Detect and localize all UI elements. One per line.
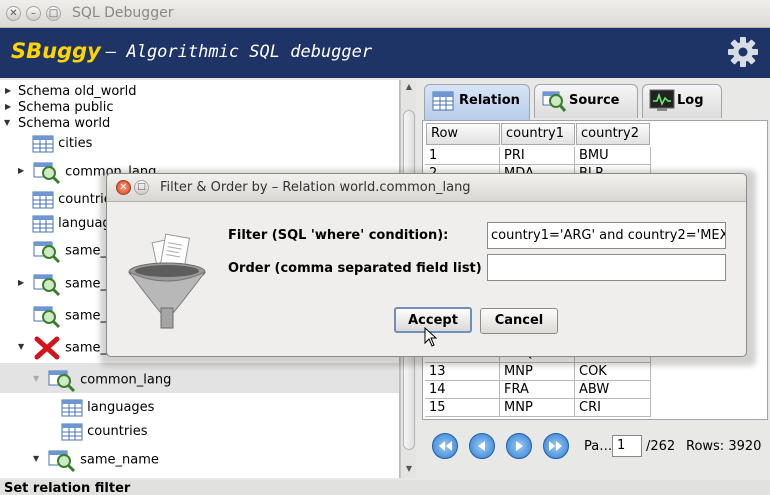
next-page-button[interactable] bbox=[506, 433, 532, 459]
close-window-button[interactable]: ✕ bbox=[6, 6, 21, 21]
dialog-title: Filter & Order by – Relation world.commo… bbox=[160, 180, 471, 195]
expand-triangle-icon[interactable]: ▶ bbox=[5, 102, 11, 111]
collapse-triangle-icon[interactable]: ▼ bbox=[33, 454, 39, 463]
tree-node-common-lang-selected[interactable]: common_lang bbox=[48, 368, 172, 392]
order-input[interactable] bbox=[487, 254, 726, 281]
table-cell: 15 bbox=[425, 399, 500, 417]
filter-label: Filter (SQL 'where' condition): bbox=[228, 228, 449, 243]
table-icon bbox=[61, 399, 83, 416]
expand-triangle-icon[interactable]: ▶ bbox=[5, 86, 11, 95]
tree-node-cities[interactable]: cities bbox=[32, 133, 92, 155]
tree-node-label: countries bbox=[87, 424, 148, 439]
table-row[interactable]: 1 PRI BMU bbox=[425, 147, 651, 165]
query-icon bbox=[33, 274, 61, 296]
query-icon bbox=[48, 450, 76, 472]
table-row[interactable]: 15 MNP CRI bbox=[425, 399, 651, 417]
left-arrow-icon bbox=[478, 441, 485, 451]
gear-icon[interactable] bbox=[727, 36, 759, 68]
tree-node-same-1[interactable]: same_ bbox=[33, 239, 107, 263]
expand-triangle-icon[interactable]: ▶ bbox=[18, 278, 24, 287]
double-right-arrow-icon bbox=[549, 441, 562, 451]
monitor-log-icon bbox=[649, 89, 675, 111]
tab-source[interactable]: Source bbox=[534, 84, 638, 118]
tab-label: Source bbox=[569, 93, 620, 108]
tab-relation[interactable]: Relation bbox=[424, 84, 530, 120]
minimize-window-button[interactable]: – bbox=[26, 6, 41, 21]
tree-node-label: common_lang bbox=[80, 372, 172, 388]
query-icon bbox=[542, 91, 567, 112]
table-cell: ABW bbox=[575, 381, 651, 399]
table-icon bbox=[61, 423, 83, 440]
tree-node-same-4-error[interactable]: same_ bbox=[33, 336, 107, 360]
last-page-button[interactable] bbox=[543, 433, 569, 459]
double-left-arrow-icon bbox=[439, 441, 452, 451]
table-icon bbox=[432, 91, 454, 111]
mouse-cursor-icon bbox=[424, 327, 438, 347]
error-x-icon bbox=[34, 336, 60, 360]
table-icon bbox=[32, 135, 54, 152]
query-icon bbox=[48, 370, 76, 392]
page-number-input[interactable]: 1 bbox=[612, 435, 642, 457]
table-icon bbox=[32, 215, 54, 232]
app-subtitle: – Algorithmic SQL debugger bbox=[106, 42, 373, 62]
tab-label: Relation bbox=[459, 93, 520, 108]
order-label: Order (comma separated field list) : bbox=[228, 261, 492, 276]
table-cell: FRA bbox=[500, 381, 575, 399]
dialog-titlebar: ✕ □ Filter & Order by – Relation world.c… bbox=[107, 174, 746, 202]
table-cell: BMU bbox=[575, 147, 651, 165]
tree-node-label: same_name bbox=[80, 452, 159, 468]
right-arrow-icon bbox=[516, 441, 523, 451]
scroll-up-arrow-icon[interactable]: ▲ bbox=[403, 82, 415, 94]
table-cell: 14 bbox=[425, 381, 500, 399]
tree-schema-world[interactable]: Schema world bbox=[18, 113, 110, 135]
tree-node-label: languages bbox=[87, 400, 155, 415]
table-icon bbox=[32, 191, 54, 208]
column-header-country2[interactable]: country2 bbox=[576, 123, 650, 145]
table-cell: MNP bbox=[500, 399, 575, 417]
app-header: SBuggy – Algorithmic SQL debugger bbox=[0, 28, 770, 78]
tree-node-same-name[interactable]: same_name bbox=[48, 448, 159, 472]
table-row[interactable]: 14 FRA ABW bbox=[425, 381, 651, 399]
dialog-maximize-button[interactable]: □ bbox=[134, 180, 149, 195]
collapse-triangle-icon[interactable]: ▼ bbox=[4, 118, 10, 127]
window-title: SQL Debugger bbox=[72, 5, 174, 21]
tree-node-same-2[interactable]: same_ bbox=[33, 272, 107, 296]
column-header-row[interactable]: Row bbox=[426, 123, 500, 145]
pagination-bar: Pa… 1 /262 Rows: 3920 bbox=[422, 427, 768, 467]
status-bar: Set relation filter bbox=[0, 480, 770, 495]
query-icon bbox=[33, 306, 61, 328]
window-titlebar: ✕ – □ SQL Debugger bbox=[0, 0, 770, 28]
column-header-country1[interactable]: country1 bbox=[501, 123, 575, 145]
collapse-triangle-icon[interactable]: ▼ bbox=[18, 342, 24, 351]
tree-node-label: cities bbox=[58, 136, 93, 151]
cancel-button[interactable]: Cancel bbox=[480, 308, 558, 334]
tree-node-same-3[interactable]: same_ bbox=[33, 304, 107, 328]
page-total: /262 bbox=[646, 439, 676, 454]
tab-label: Log bbox=[677, 93, 704, 108]
tab-log[interactable]: Log bbox=[642, 84, 722, 118]
funnel-filter-icon bbox=[128, 233, 206, 329]
previous-page-button[interactable] bbox=[469, 433, 495, 459]
table-cell: 1 bbox=[425, 147, 500, 165]
tree-node-countries-child[interactable]: countries bbox=[61, 421, 148, 443]
first-page-button[interactable] bbox=[432, 433, 458, 459]
table-cell: PRI bbox=[500, 147, 575, 165]
rows-count: Rows: 3920 bbox=[686, 439, 762, 454]
query-icon bbox=[33, 241, 61, 263]
table-cell: CRI bbox=[575, 399, 651, 417]
tree-node-languages-child[interactable]: languages bbox=[61, 397, 154, 419]
dialog-close-button[interactable]: ✕ bbox=[116, 180, 131, 195]
scroll-down-arrow-icon[interactable]: ▼ bbox=[403, 464, 415, 476]
expand-triangle-icon[interactable]: ▶ bbox=[18, 166, 24, 175]
maximize-window-button[interactable]: □ bbox=[46, 6, 61, 21]
app-brand: SBuggy bbox=[11, 39, 101, 63]
page-label: Pa… bbox=[584, 439, 613, 454]
query-icon bbox=[33, 162, 61, 184]
collapse-triangle-icon[interactable]: ▼ bbox=[33, 374, 39, 383]
filter-input[interactable]: country1='ARG' and country2='MEX' bbox=[487, 222, 726, 249]
